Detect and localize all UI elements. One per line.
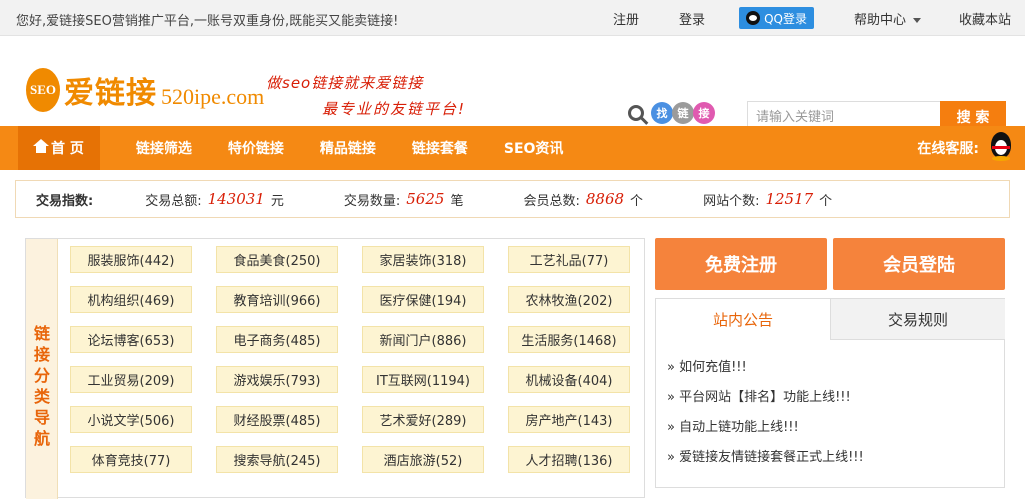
connect-bubble: 接 (693, 102, 715, 124)
stat-label: 交易数量: (343, 193, 401, 209)
find-bubble: 找 (651, 102, 673, 124)
stat-site-count: 网站个数: 12517 个 (703, 190, 832, 209)
stat-label: 交易总额: (145, 193, 202, 209)
nav-link-packages[interactable]: 链接套餐 (412, 126, 468, 170)
category-item[interactable]: 农林牧渔(202) (508, 286, 630, 313)
category-item[interactable]: 服装服饰(442) (70, 246, 192, 273)
slogan-line-2: 最专业的友链平台! (322, 100, 467, 118)
announcement-link[interactable]: » 自动上链功能上线!!! (667, 416, 799, 435)
category-item[interactable]: IT互联网(1194) (362, 366, 484, 393)
stat-unit: 个 (819, 193, 833, 209)
category-item[interactable]: 电子商务(485) (216, 326, 338, 353)
qq-login-button[interactable]: QQ登录 (739, 7, 814, 29)
logo-badge: SEO (26, 68, 60, 112)
login-link[interactable]: 登录 (679, 9, 705, 28)
stat-value: 12517 (765, 190, 814, 208)
slogan-line-1: 做seo链接就来爱链接 (266, 74, 424, 92)
category-item[interactable]: 生活服务(1468) (508, 326, 630, 353)
nav-premium-links[interactable]: 精品链接 (320, 126, 376, 170)
category-item[interactable]: 新闻门户(886) (362, 326, 484, 353)
category-item[interactable]: 食品美食(250) (216, 246, 338, 273)
stat-unit: 笔 (450, 193, 464, 209)
nav-seo-news[interactable]: SEO资讯 (504, 126, 564, 170)
qq-icon (746, 11, 761, 25)
stat-value: 5625 (406, 190, 445, 208)
trade-stats-bar: 交易指数: 交易总额: 143031 元 交易数量: 5625 笔 会员总数: … (15, 180, 1010, 218)
stat-unit: 个 (630, 193, 644, 209)
category-item[interactable]: 房产地产(143) (508, 406, 630, 433)
stat-value: 8868 (585, 190, 625, 208)
nav-special-links[interactable]: 特价链接 (228, 126, 284, 170)
category-item[interactable]: 搜索导航(245) (216, 446, 338, 473)
qq-login-label: QQ登录 (764, 11, 807, 26)
site-logo[interactable]: SEO 爱链接 520ipe.com (26, 68, 264, 112)
top-links: 注册 登录 QQ登录 帮助中心 收藏本站 (573, 0, 1011, 36)
category-item[interactable]: 机械设备(404) (508, 366, 630, 393)
main-nav: 首 页 链接筛选 特价链接 精品链接 链接套餐 SEO资讯 在线客服: (0, 126, 1025, 170)
category-panel: 链接分类导航 服装服饰(442) 食品美食(250) 家居装饰(318) 工艺礼品(7… (25, 238, 645, 499)
stat-value: 143031 (207, 190, 265, 208)
logo-domain: 520ipe.com (161, 84, 265, 109)
category-side-title-text: 链接分类导航 (33, 324, 50, 448)
free-register-button[interactable]: 免费注册 (655, 238, 827, 290)
announcement-link[interactable]: » 平台网站【排名】功能上线!!! (667, 386, 851, 405)
top-bar: 您好,爱链接SEO营销推广平台,一账号双重身份,既能买又能卖链接! 注册 登录 … (0, 0, 1025, 36)
stat-member-count: 会员总数: 8868 个 (523, 190, 643, 209)
nav-home[interactable]: 首 页 (18, 126, 100, 170)
announcement-link[interactable]: » 如何充值!!! (667, 356, 747, 375)
announcement-link[interactable]: » 爱链接友情链接套餐正式上线!!! (667, 446, 864, 465)
help-center-label: 帮助中心 (853, 12, 906, 28)
chevron-down-icon (912, 17, 921, 23)
category-item[interactable]: 论坛博客(653) (70, 326, 192, 353)
category-item[interactable]: 体育竞技(77) (70, 446, 192, 473)
category-item[interactable]: 医疗保健(194) (362, 286, 484, 313)
category-item[interactable]: 工艺礼品(77) (508, 246, 630, 273)
stat-label: 会员总数: (523, 193, 580, 209)
register-link[interactable]: 注册 (613, 9, 639, 28)
category-item[interactable]: 家居装饰(318) (362, 246, 484, 273)
nav-link-filter[interactable]: 链接筛选 (136, 126, 192, 170)
logo-name: 爱链接 (64, 76, 157, 111)
category-item[interactable]: 人才招聘(136) (508, 446, 630, 473)
home-icon (33, 139, 49, 154)
help-center-menu[interactable]: 帮助中心 (854, 9, 921, 28)
member-login-button[interactable]: 会员登陆 (833, 238, 1005, 290)
link-bubble: 链 (672, 102, 694, 124)
bookmark-link[interactable]: 收藏本站 (959, 9, 1011, 28)
category-item[interactable]: 游戏娱乐(793) (216, 366, 338, 393)
category-item[interactable]: 财经股票(485) (216, 406, 338, 433)
magnifier-icon (628, 105, 644, 121)
header: SEO 爱链接 520ipe.com 做seo链接就来爱链接 最专业的友链平台!… (0, 36, 1025, 133)
welcome-text: 您好,爱链接SEO营销推广平台,一账号双重身份,既能买又能卖链接! (16, 14, 399, 29)
find-link-decoration: 找 链 接 (628, 102, 715, 124)
category-item[interactable]: 小说文学(506) (70, 406, 192, 433)
category-item[interactable]: 教育培训(966) (216, 286, 338, 313)
stat-label: 网站个数: (703, 193, 760, 209)
stat-trade-count: 交易数量: 5625 笔 (344, 190, 464, 209)
stat-unit: 元 (270, 193, 284, 209)
stat-total-amount: 交易总额: 143031 元 (145, 190, 284, 209)
qq-penguin-icon[interactable] (989, 132, 1013, 162)
category-item[interactable]: 机构组织(469) (70, 286, 192, 313)
nav-home-label: 首 页 (51, 141, 84, 157)
customer-service-label: 在线客服: (917, 141, 979, 157)
category-side-title: 链接分类导航 (26, 239, 58, 499)
category-item[interactable]: 工业贸易(209) (70, 366, 192, 393)
stats-label: 交易指数: (36, 193, 94, 209)
tab-announcements[interactable]: 站内公告 (656, 299, 830, 340)
tab-trade-rules[interactable]: 交易规则 (830, 299, 1005, 340)
notice-panel: 站内公告 交易规则 » 如何充值!!! » 平台网站【排名】功能上线!!! » 自动… (655, 298, 1005, 488)
category-item[interactable]: 艺术爱好(289) (362, 406, 484, 433)
category-item[interactable]: 酒店旅游(52) (362, 446, 484, 473)
